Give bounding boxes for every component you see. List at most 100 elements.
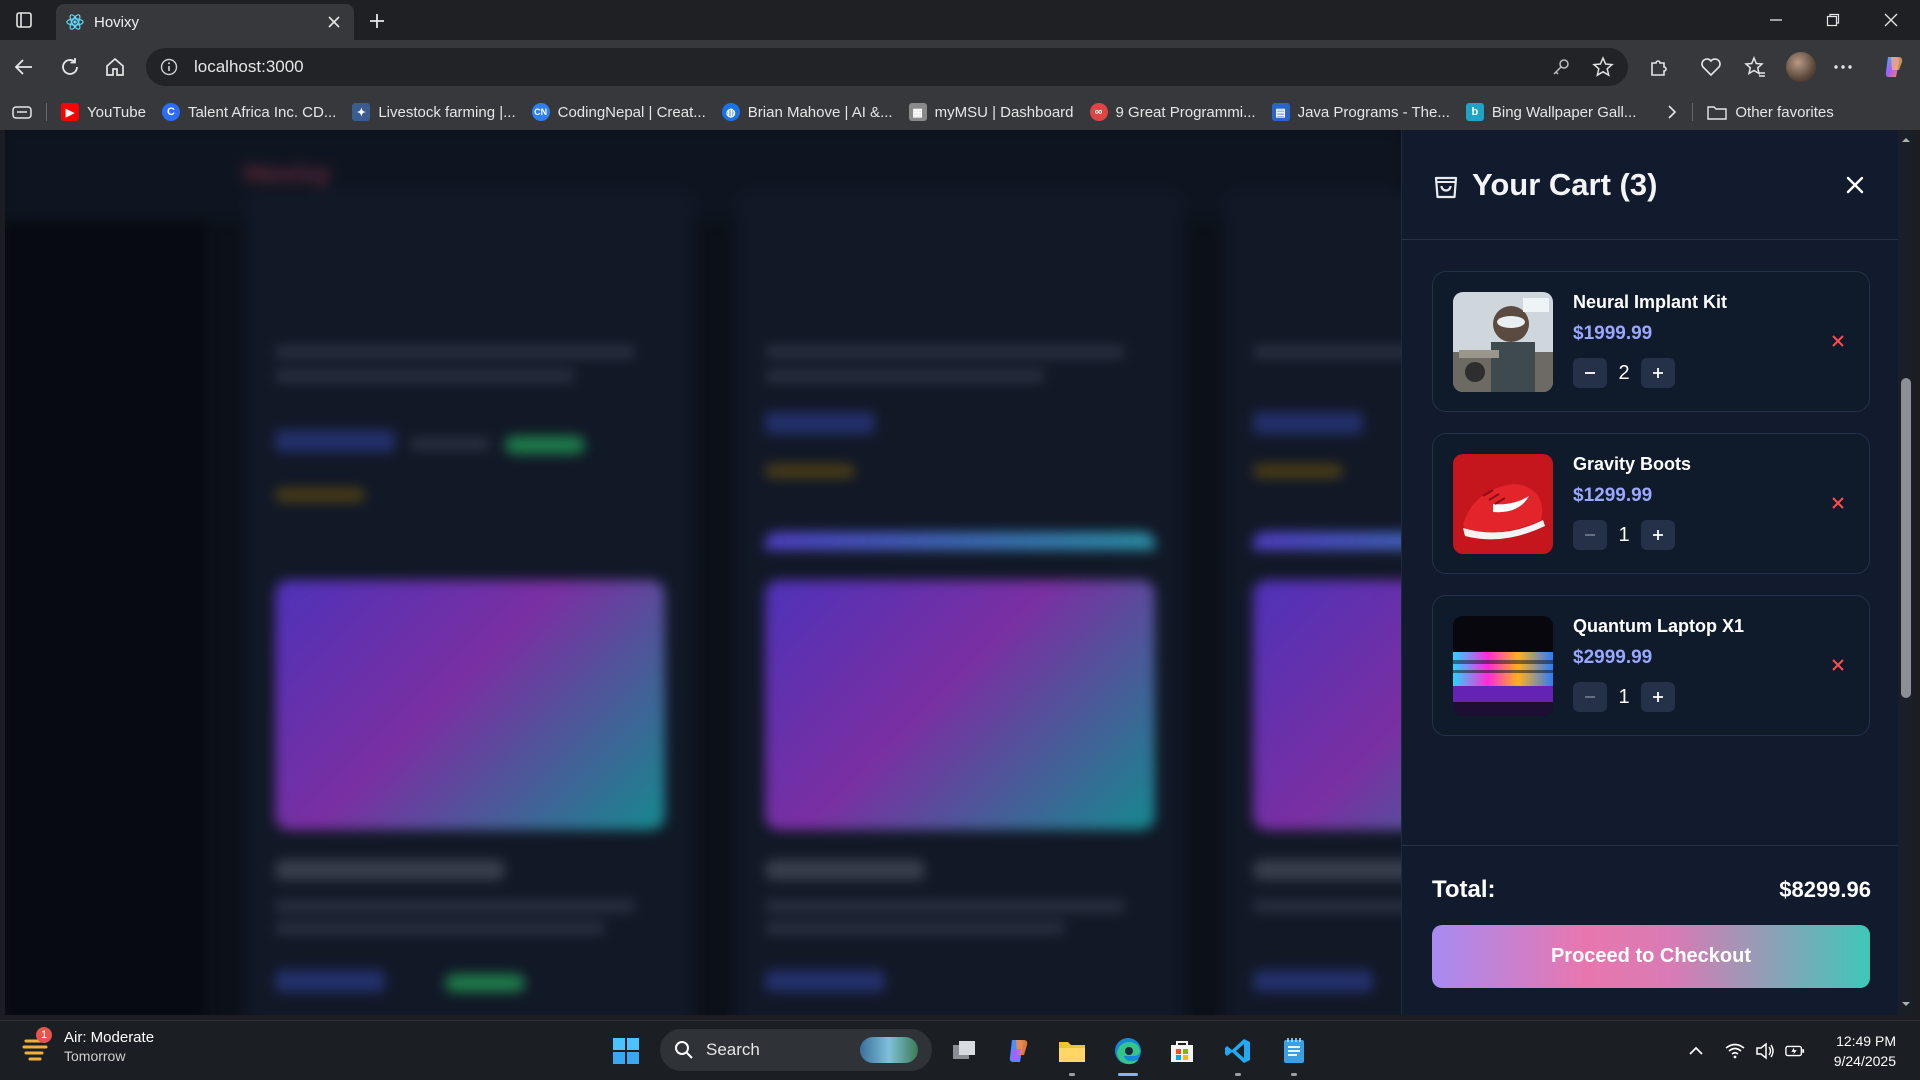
windows-logo-icon	[613, 1038, 639, 1064]
site-info-icon[interactable]	[160, 58, 178, 76]
refresh-icon	[62, 58, 78, 75]
favorite-star-button[interactable]	[1592, 56, 1614, 78]
total-label: Total:	[1432, 876, 1496, 903]
scrollbar-thumb[interactable]	[1901, 378, 1911, 698]
system-clock[interactable]: 12:49 PM 9/24/2025	[1800, 1031, 1896, 1071]
chevron-right-icon	[1668, 105, 1677, 119]
product-image-gravity-boots	[1453, 454, 1553, 554]
other-favorites-folder[interactable]: Other favorites	[1699, 98, 1841, 126]
decrease-quantity-button[interactable]	[1573, 520, 1607, 550]
bookmark-label: myMSU | Dashboard	[934, 103, 1074, 121]
more-options-button[interactable]	[1830, 54, 1856, 80]
restore-button[interactable]	[1819, 6, 1847, 34]
home-button[interactable]	[101, 53, 129, 81]
taskbar-search[interactable]: Search	[660, 1029, 932, 1071]
increase-quantity-button[interactable]	[1641, 358, 1675, 388]
bookmark-java-programs[interactable]: ▤ Java Programs - The...	[1264, 98, 1458, 126]
page-scrollbar[interactable]	[1898, 130, 1914, 1015]
remove-x-icon	[1832, 497, 1844, 509]
tab-strip: Hovixy	[0, 0, 1920, 40]
show-hidden-icons-button[interactable]	[1686, 1041, 1706, 1061]
weather-widget[interactable]: 1 Air: Moderate Tomorrow	[22, 1026, 154, 1064]
remove-item-button[interactable]	[1825, 328, 1851, 354]
quantity-stepper: 2	[1573, 358, 1675, 388]
running-indicator	[1069, 1073, 1075, 1076]
codingnepal-icon: CN	[531, 103, 550, 121]
reading-list-button[interactable]	[0, 98, 40, 126]
cart-item-name: Quantum Laptop X1	[1573, 616, 1744, 636]
microsoft-store-button[interactable]	[1166, 1035, 1198, 1067]
bookmarks-overflow-button[interactable]	[1658, 98, 1686, 126]
product-image-quantum-laptop	[1453, 616, 1553, 716]
plus-icon	[1653, 368, 1663, 378]
url-text[interactable]: localhost:3000	[194, 57, 1530, 77]
browser-tab[interactable]: Hovixy	[56, 4, 354, 40]
bookmark-brian-mahove[interactable]: ◍ Brian Mahove | AI &...	[714, 98, 901, 126]
start-button[interactable]	[610, 1035, 642, 1067]
tab-actions-icon	[16, 12, 32, 28]
heartbeat-icon	[1701, 58, 1721, 77]
profile-avatar[interactable]	[1786, 52, 1816, 82]
close-cart-button[interactable]	[1839, 169, 1871, 201]
decrease-quantity-button[interactable]	[1573, 682, 1607, 712]
bookmark-livestock[interactable]: ✦ Livestock farming |...	[344, 98, 523, 126]
new-tab-button[interactable]	[364, 8, 390, 34]
minimize-button[interactable]	[1762, 6, 1790, 34]
other-favorites-label: Other favorites	[1735, 103, 1834, 121]
bookmark-youtube[interactable]: ▶ YouTube	[53, 98, 154, 126]
decrease-quantity-button[interactable]	[1573, 358, 1607, 388]
bookmark-codingnepal[interactable]: CN CodingNepal | Creat...	[524, 98, 714, 126]
cart-title: Your Cart (3)	[1472, 166, 1658, 202]
remove-item-button[interactable]	[1825, 652, 1851, 678]
scroll-up-icon[interactable]	[1898, 134, 1914, 146]
search-icon	[675, 1041, 693, 1059]
password-key-button[interactable]	[1550, 56, 1572, 78]
close-window-button[interactable]	[1877, 6, 1905, 34]
refresh-button[interactable]	[56, 53, 84, 81]
divider	[1692, 103, 1694, 121]
copilot-button[interactable]	[1880, 54, 1906, 80]
remove-x-icon	[1832, 335, 1844, 347]
volume-control[interactable]	[1755, 1041, 1775, 1061]
edge-browser-button[interactable]	[1112, 1035, 1144, 1067]
bing-icon: b	[1465, 103, 1484, 121]
browser-essentials-button[interactable]	[1698, 54, 1724, 80]
tab-close-button[interactable]	[324, 12, 344, 32]
store-sidebar	[5, 220, 205, 1015]
notepad-button[interactable]	[1278, 1035, 1310, 1067]
proceed-to-checkout-button[interactable]: Proceed to Checkout	[1432, 925, 1870, 988]
tab-actions-button[interactable]	[10, 6, 38, 34]
cart-drawer: Your Cart (3) Neural Implant Kit $1999.9…	[1401, 130, 1900, 1015]
minus-icon	[1585, 534, 1595, 536]
increase-quantity-button[interactable]	[1641, 520, 1675, 550]
store-icon	[1171, 1041, 1193, 1062]
key-icon	[1553, 59, 1569, 75]
back-button[interactable]	[10, 53, 38, 81]
bookmark-talent-africa[interactable]: C Talent Africa Inc. CD...	[154, 98, 344, 126]
quantity-value: 1	[1618, 523, 1630, 546]
copilot-app-button[interactable]	[1002, 1035, 1034, 1067]
task-view-button[interactable]	[948, 1035, 980, 1067]
remove-x-icon	[1832, 659, 1844, 671]
cart-item: Quantum Laptop X1 $2999.99 1	[1432, 595, 1870, 736]
address-bar[interactable]: localhost:3000	[146, 48, 1628, 86]
vscode-button[interactable]	[1222, 1035, 1254, 1067]
close-icon	[328, 16, 340, 28]
file-explorer-button[interactable]	[1056, 1035, 1088, 1067]
remove-item-button[interactable]	[1825, 490, 1851, 516]
quantity-value: 2	[1618, 361, 1630, 384]
bookmark-mymsu[interactable]: ▦ myMSU | Dashboard	[901, 98, 1082, 126]
clock-time: 12:49 PM	[1836, 1033, 1896, 1049]
increase-quantity-button[interactable]	[1641, 682, 1675, 712]
extensions-button[interactable]	[1646, 54, 1672, 80]
mymsu-icon: ▦	[908, 103, 927, 121]
scroll-down-icon[interactable]	[1898, 998, 1914, 1010]
shopping-bag-icon	[1434, 176, 1458, 198]
wifi-status[interactable]	[1725, 1041, 1745, 1061]
bookmark-label: CodingNepal | Creat...	[557, 103, 706, 121]
search-label: Search	[706, 1040, 760, 1059]
bookmark-label: 9 Great Programmi...	[1115, 103, 1256, 121]
favorites-button[interactable]	[1742, 54, 1768, 80]
bookmark-bing-wallpaper[interactable]: b Bing Wallpaper Gall...	[1458, 98, 1645, 126]
bookmark-programming[interactable]: ∞ 9 Great Programmi...	[1082, 98, 1264, 126]
